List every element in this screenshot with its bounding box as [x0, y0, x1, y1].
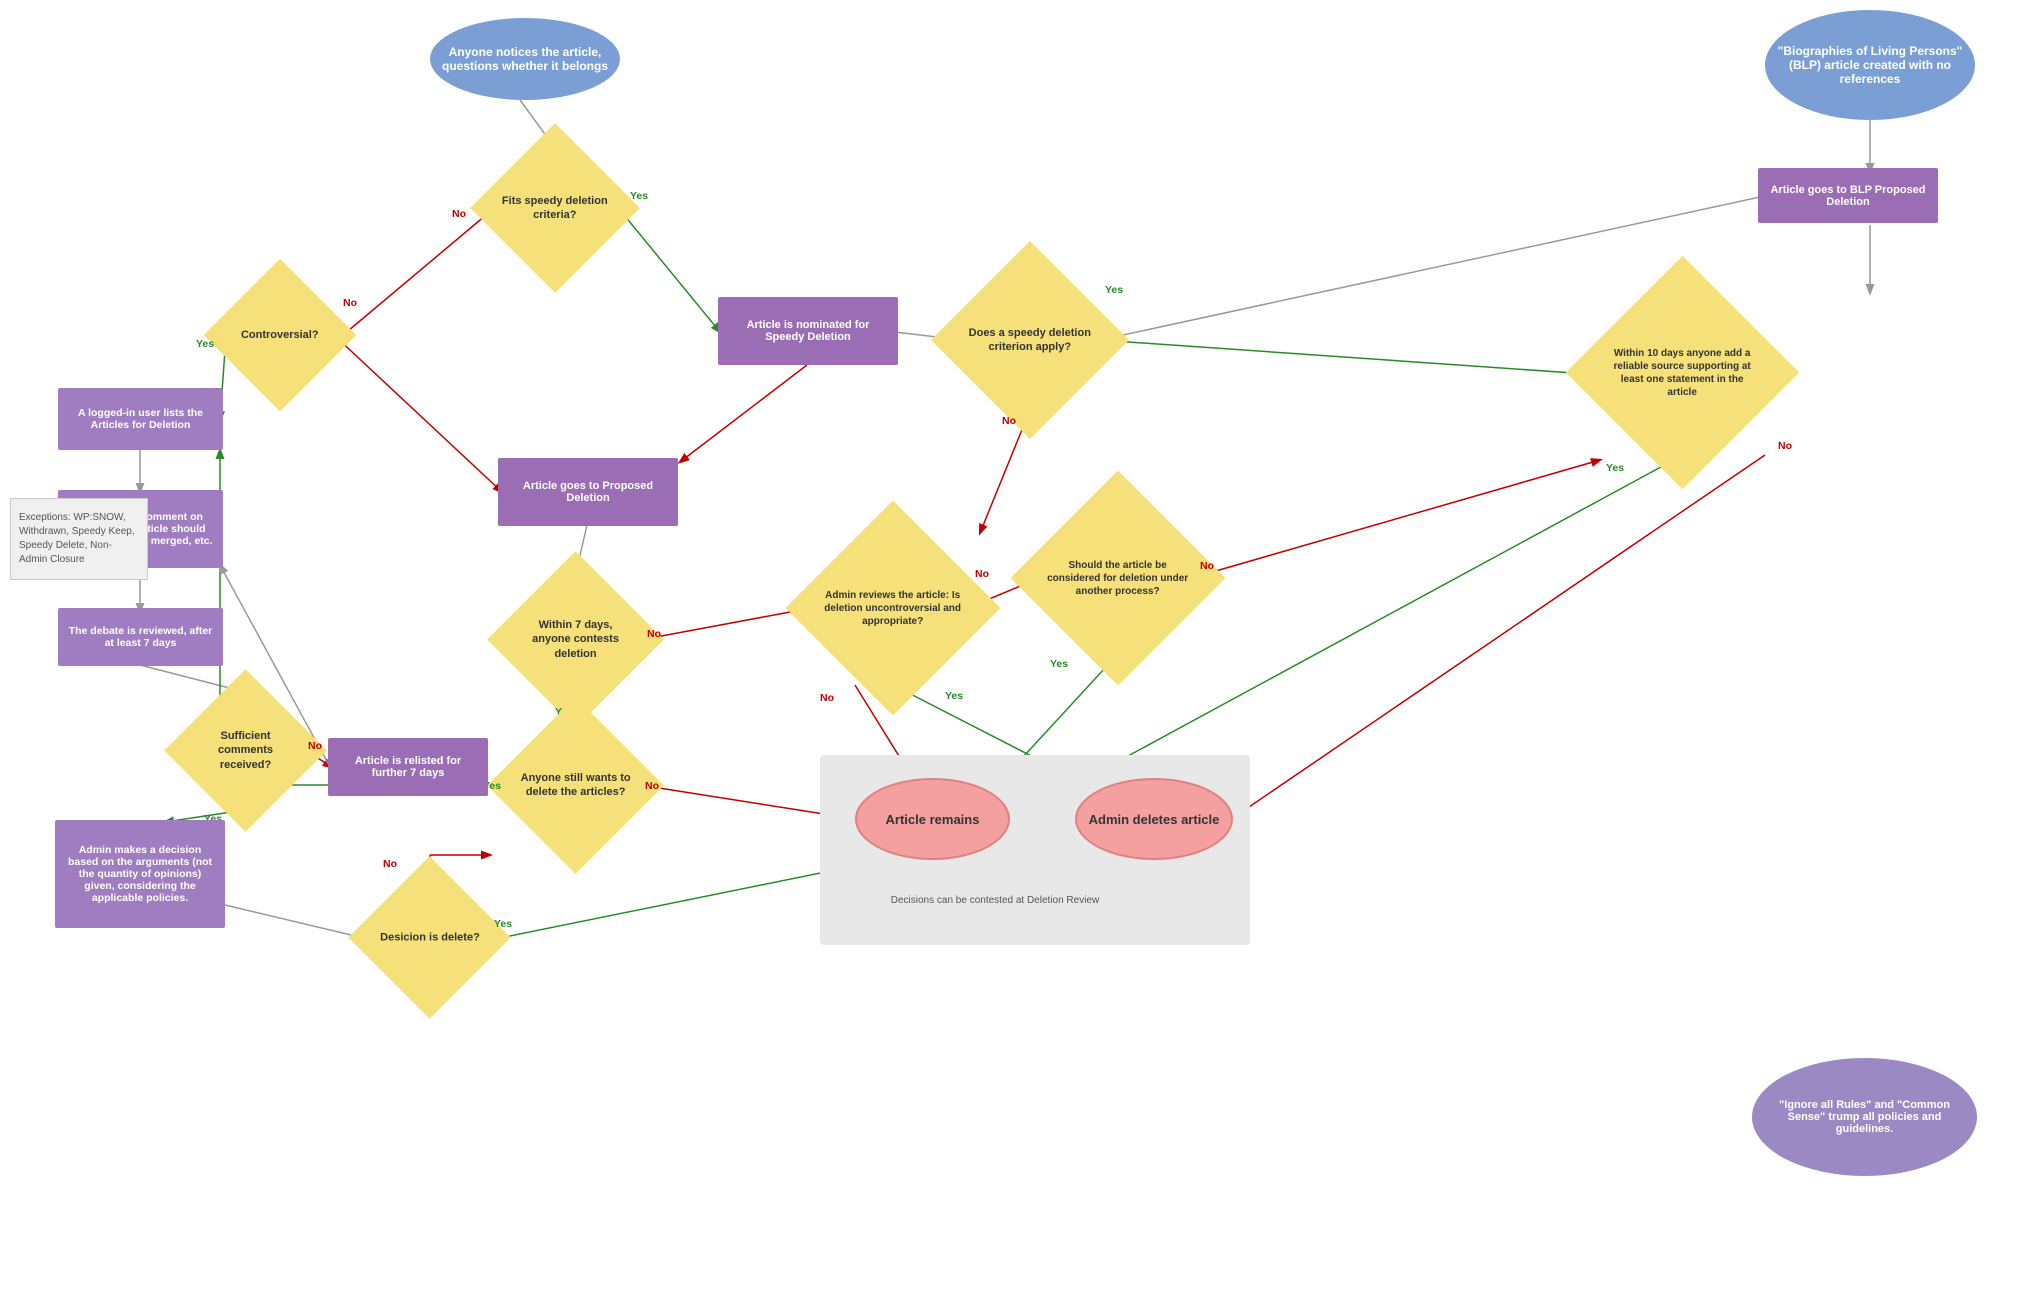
should-yes-label: Yes — [1050, 658, 1068, 670]
should-consider-diamond: Should the article be considered for del… — [1037, 497, 1199, 659]
nominated-speedy: Article is nominated for Speedy Deletion — [718, 297, 898, 365]
admin-reviews-no-label: No — [975, 568, 989, 580]
10days-yes-label: Yes — [1606, 462, 1624, 474]
blp-proposed-deletion: Article goes to BLP Proposed Deletion — [1758, 168, 1938, 223]
debate-reviewed: The debate is reviewed, after at least 7… — [58, 608, 223, 666]
criterion-no-label: No — [1002, 415, 1016, 427]
sufficient-comments-diamond: Sufficient comments received? — [183, 688, 308, 813]
fits-speedy-yes-label: Yes — [630, 190, 648, 202]
does-criterion-apply-diamond: Does a speedy deletion criterion apply? — [955, 265, 1105, 415]
fits-speedy-no-label: No — [452, 208, 466, 220]
10days-no-label: No — [1778, 440, 1792, 452]
arrows-layer — [0, 0, 2044, 1302]
admin-reviews-no2-label: No — [820, 692, 834, 704]
relisted: Article is relisted for further 7 days — [328, 738, 488, 796]
decision-yes-label: Yes — [494, 918, 512, 930]
7days-no-label: No — [647, 628, 661, 640]
controversial-no-label: No — [343, 297, 357, 309]
admin-decision: Admin makes a decision based on the argu… — [55, 820, 225, 928]
within-10days-diamond: Within 10 days anyone add a reliable sou… — [1595, 285, 1770, 460]
fits-speedy-diamond: Fits speedy deletion criteria? — [490, 143, 620, 273]
admin-reviews-diamond: Admin reviews the article: Is deletion u… — [812, 527, 974, 689]
note-box: Exceptions: WP:SNOW, Withdrawn, Speedy K… — [10, 498, 148, 580]
decision-delete-diamond: Desicion is delete? — [367, 875, 492, 1000]
start-ellipse: Anyone notices the article, questions wh… — [430, 18, 620, 100]
controversial-yes-label: Yes — [196, 338, 214, 350]
article-remains: Article remains — [855, 778, 1010, 860]
decision-no-label: No — [383, 858, 397, 870]
criterion-yes-label: Yes — [1105, 284, 1123, 296]
should-no-label: No — [1200, 560, 1214, 572]
sufficient-no-label: No — [308, 740, 322, 752]
ignore-rules-ellipse: "Ignore all Rules" and "Common Sense" tr… — [1752, 1058, 1977, 1176]
still-wants-no-label: No — [645, 780, 659, 792]
decisions-contested: Decisions can be contested at Deletion R… — [890, 880, 1100, 920]
proposed-deletion: Article goes to Proposed Deletion — [498, 458, 678, 526]
logged-in-user: A logged-in user lists the Articles for … — [58, 388, 223, 450]
blp-ellipse: "Biographies of Living Persons" (BLP) ar… — [1765, 10, 1975, 120]
controversial-diamond: Controversial? — [222, 277, 337, 392]
within-7days-diamond: Within 7 days, anyone contests deletion — [508, 572, 643, 707]
admin-reviews-yes-label: Yes — [945, 690, 963, 702]
admin-deletes: Admin deletes article — [1075, 778, 1233, 860]
anyone-still-wants-diamond: Anyone still wants to delete the article… — [508, 718, 643, 853]
flowchart: Anyone notices the article, questions wh… — [0, 0, 2044, 1302]
